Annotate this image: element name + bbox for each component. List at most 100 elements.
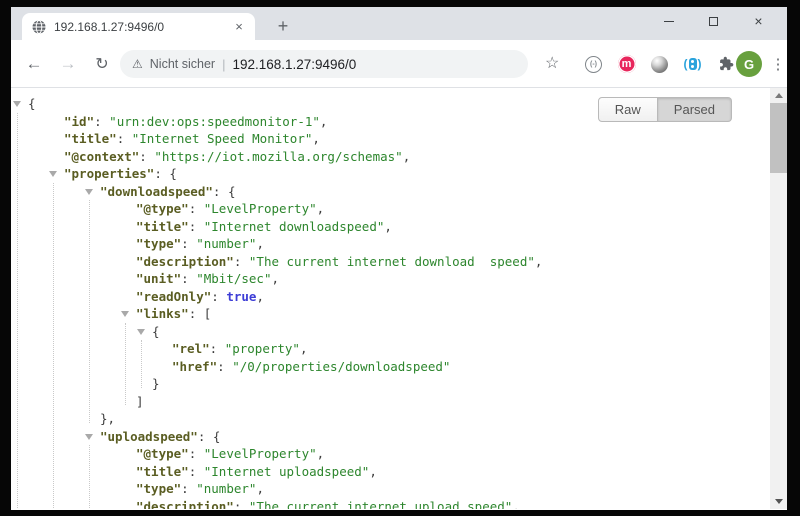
collapse-triangle-icon[interactable] xyxy=(13,101,21,107)
arrow-down-icon xyxy=(775,499,783,504)
json-token-s: "Internet uploadspeed" xyxy=(204,464,370,479)
json-token-k: "uploadspeed" xyxy=(100,429,198,444)
json-line: "properties": { xyxy=(11,165,770,183)
json-token-b: true xyxy=(226,289,256,304)
tab-title: 192.168.1.27:9496/0 xyxy=(54,20,231,34)
json-token-k: "rel" xyxy=(172,341,210,356)
json-line: "type": "number", xyxy=(11,235,770,253)
json-token-s: "Internet Speed Monitor" xyxy=(132,131,313,146)
not-secure-label[interactable]: Nicht sicher xyxy=(150,57,215,71)
json-token-p: , xyxy=(300,341,308,356)
json-token-k: "downloadspeed" xyxy=(100,184,213,199)
json-token-p: , xyxy=(256,289,264,304)
json-token-p: : xyxy=(217,359,232,374)
json-line: "title": "Internet Speed Monitor", xyxy=(11,130,770,148)
json-token-p: , xyxy=(271,271,279,286)
json-token-p: , xyxy=(535,254,543,269)
json-token-s: "property" xyxy=(225,341,300,356)
close-window-button[interactable]: × xyxy=(736,7,781,35)
collapse-triangle-icon[interactable] xyxy=(85,189,93,195)
json-line: "links": [ xyxy=(11,305,770,323)
extension-circledash-button[interactable]: (-) xyxy=(577,56,610,73)
json-token-p: { xyxy=(152,324,160,339)
json-token-p: , xyxy=(403,149,411,164)
extension-m-badge-button[interactable]: m xyxy=(610,55,643,73)
json-token-s: "LevelProperty" xyxy=(204,446,317,461)
address-bar[interactable]: ⚠ Nicht sicher | 192.168.1.27:9496/0 xyxy=(120,50,528,78)
blue-badge-icon: () xyxy=(684,57,702,71)
maximize-button[interactable] xyxy=(691,7,736,35)
maximize-icon xyxy=(709,17,718,26)
indent-guide-line xyxy=(141,340,142,388)
scroll-up-button[interactable] xyxy=(770,88,787,103)
extensions-row: (-) m () xyxy=(577,49,742,79)
extension-blue-button[interactable]: () xyxy=(676,57,709,71)
profile-avatar[interactable]: G xyxy=(736,51,762,77)
url-text[interactable]: 192.168.1.27:9496/0 xyxy=(232,57,356,72)
json-token-p: , xyxy=(369,464,377,479)
json-line: "unit": "Mbit/sec", xyxy=(11,270,770,288)
json-line: "downloadspeed": { xyxy=(11,183,770,201)
json-token-s: "number" xyxy=(196,481,256,496)
json-token-s: "The current internet download speed" xyxy=(249,254,535,269)
json-token-p: : xyxy=(234,499,249,510)
collapse-triangle-icon[interactable] xyxy=(49,171,57,177)
collapse-triangle-icon[interactable] xyxy=(137,329,145,335)
arrow-up-icon xyxy=(775,93,783,98)
bookmark-star-icon[interactable]: ☆ xyxy=(545,53,559,73)
json-token-p: : xyxy=(181,236,196,251)
json-viewer: {"id": "urn:dev:ops:speedmonitor-1","tit… xyxy=(11,88,770,509)
json-token-p: , xyxy=(256,236,264,251)
json-token-k: "type" xyxy=(136,236,181,251)
json-token-p: , xyxy=(320,114,328,129)
window-controls: × xyxy=(646,7,781,35)
view-toggle: Raw Parsed xyxy=(598,97,732,122)
collapse-triangle-icon[interactable] xyxy=(85,434,93,440)
json-token-p: : xyxy=(210,341,225,356)
tab-close-icon[interactable]: × xyxy=(231,19,247,35)
scrollbar-thumb[interactable] xyxy=(770,103,787,173)
json-token-k: "id" xyxy=(64,114,94,129)
json-token-k: "type" xyxy=(136,481,181,496)
collapse-triangle-icon[interactable] xyxy=(121,311,129,317)
json-token-p: ] xyxy=(136,394,144,409)
json-token-p: : { xyxy=(198,429,221,444)
json-token-p: , xyxy=(256,481,264,496)
m-badge-icon: m xyxy=(618,55,636,73)
json-token-p: , xyxy=(317,201,325,216)
raw-button[interactable]: Raw xyxy=(598,97,658,122)
globe-favicon-icon xyxy=(32,20,46,34)
reload-button[interactable]: ↻ xyxy=(89,51,115,77)
json-token-k: "@type" xyxy=(136,201,189,216)
json-token-p: : xyxy=(189,201,204,216)
json-line: }, xyxy=(11,410,770,428)
json-token-k: "properties" xyxy=(64,166,154,181)
json-token-s: "LevelProperty" xyxy=(204,201,317,216)
indent-guide-line xyxy=(89,200,90,423)
extension-orb-button[interactable] xyxy=(643,56,676,73)
parsed-button[interactable]: Parsed xyxy=(658,97,732,122)
json-line: "@type": "LevelProperty", xyxy=(11,445,770,463)
vertical-scrollbar[interactable] xyxy=(770,88,787,509)
back-button[interactable]: ← xyxy=(21,51,47,77)
json-token-p: : xyxy=(117,131,132,146)
url-separator: | xyxy=(222,57,225,72)
json-token-p: : xyxy=(189,219,204,234)
json-line: "description": "The current internet dow… xyxy=(11,253,770,271)
new-tab-button[interactable]: + xyxy=(269,13,297,40)
browser-tab[interactable]: 192.168.1.27:9496/0 × xyxy=(22,13,255,40)
json-line: "@context": "https://iot.mozilla.org/sch… xyxy=(11,148,770,166)
json-token-p: } xyxy=(152,376,160,391)
json-token-p: : xyxy=(189,464,204,479)
json-token-s: "https://iot.mozilla.org/schemas" xyxy=(154,149,402,164)
json-token-p: }, xyxy=(100,411,115,426)
page-content: {"id": "urn:dev:ops:speedmonitor-1","tit… xyxy=(11,88,787,509)
minimize-button[interactable] xyxy=(646,7,691,35)
not-secure-warning-icon[interactable]: ⚠ xyxy=(132,57,143,71)
json-token-k: "href" xyxy=(172,359,217,374)
forward-button[interactable]: → xyxy=(55,51,81,77)
scroll-down-button[interactable] xyxy=(770,494,787,509)
browser-menu-icon[interactable]: ⋮ xyxy=(769,51,787,77)
json-token-p: : xyxy=(181,271,196,286)
json-token-p: : xyxy=(234,254,249,269)
